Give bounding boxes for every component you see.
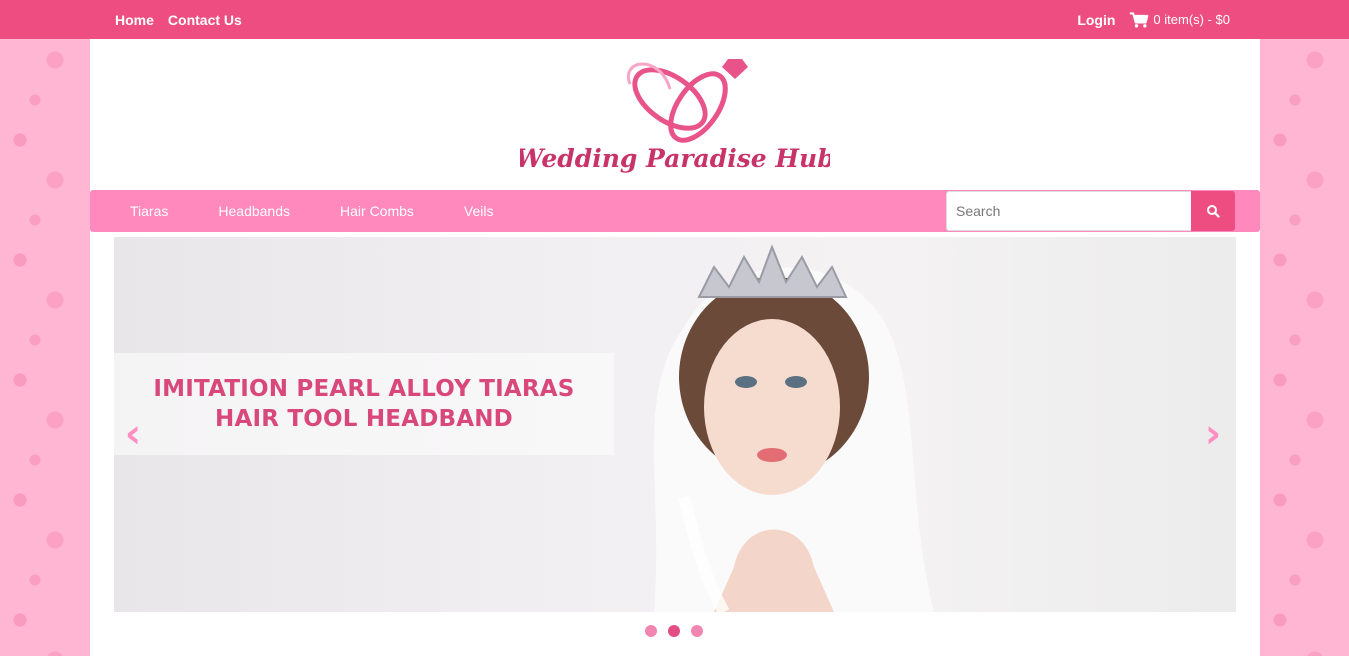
cart-summary: 0 item(s) - $0 — [1153, 12, 1230, 27]
menu-item-headbands[interactable]: Headbands — [218, 203, 290, 219]
slide-indicator-1[interactable] — [645, 625, 657, 637]
top-bar: Home Contact Us Login 0 item(s) - $0 — [0, 0, 1349, 39]
menu-item-hair-combs[interactable]: Hair Combs — [340, 203, 414, 219]
brand-name: Wedding Paradise Hub — [520, 144, 830, 173]
top-nav-right: Login 0 item(s) - $0 — [1077, 0, 1230, 39]
hero-carousel: IMITATION PEARL ALLOY TIARAS HAIR TOOL H… — [114, 237, 1236, 612]
contact-us-link[interactable]: Contact Us — [168, 12, 242, 28]
caption-line-1: IMITATION PEARL ALLOY TIARAS — [153, 376, 575, 402]
previous-slide-arrow[interactable]: ‹ — [118, 412, 148, 456]
search-input[interactable] — [946, 191, 1191, 231]
search-icon — [1207, 205, 1220, 218]
next-slide-arrow[interactable]: › — [1198, 412, 1228, 456]
main-container: Wedding Paradise Hub Tiaras Headbands Ha… — [90, 39, 1260, 656]
category-menu: Tiaras Headbands Hair Combs Veils — [130, 190, 494, 232]
home-link[interactable]: Home — [115, 12, 154, 28]
menu-item-veils[interactable]: Veils — [464, 203, 494, 219]
carousel-indicators — [645, 625, 703, 637]
slide-indicator-2[interactable] — [668, 625, 680, 637]
caption-line-2: HAIR TOOL HEADBAND — [215, 406, 513, 432]
login-link[interactable]: Login — [1077, 12, 1115, 28]
main-navbar: Tiaras Headbands Hair Combs Veils — [90, 190, 1260, 232]
search-button[interactable] — [1191, 191, 1235, 231]
slide-indicator-3[interactable] — [691, 625, 703, 637]
bride-photo — [654, 244, 934, 612]
top-nav-left: Home Contact Us — [115, 0, 242, 39]
site-logo[interactable]: Wedding Paradise Hub — [515, 49, 835, 184]
search-form — [946, 191, 1235, 231]
menu-item-tiaras[interactable]: Tiaras — [130, 203, 168, 219]
shopping-cart-icon — [1130, 11, 1149, 27]
cart-link[interactable]: 0 item(s) - $0 — [1129, 11, 1230, 29]
slide-caption: IMITATION PEARL ALLOY TIARAS HAIR TOOL H… — [114, 353, 614, 455]
wedding-rings-heart-icon: Wedding Paradise Hub — [515, 59, 835, 173]
